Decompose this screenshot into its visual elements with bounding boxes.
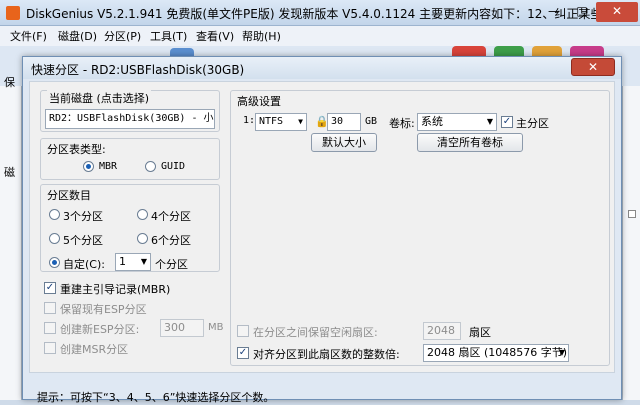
app-logo-icon (6, 6, 20, 20)
align-partitions-label: 对齐分区到此扇区数的整数倍: (253, 348, 400, 361)
advanced-settings-group: 高级设置 1: NTFS ▼ 🔒 30 GB 卷标: 系统 ▼ ✓ 主分区 默认… (230, 90, 610, 366)
menu-disk[interactable]: 磁盘(D) (58, 28, 97, 44)
align-partitions-checkbox[interactable]: ✓ (237, 347, 249, 359)
guid-radio[interactable] (145, 161, 156, 172)
menu-tools[interactable]: 工具(T) (150, 28, 187, 44)
dropdown-arrow-icon: ▼ (298, 117, 303, 126)
custom-count-value: 1 (119, 255, 126, 268)
app-title-bar: DiskGenius V5.2.1.941 免费版(单文件PE版) 发现新版本 … (0, 0, 640, 26)
dialog-close-button[interactable]: ✕ (571, 58, 615, 76)
rebuild-mbr-label: 重建主引导记录(MBR) (60, 283, 171, 296)
dropdown-arrow-icon: ▼ (140, 257, 147, 266)
primary-partition-checkbox[interactable]: ✓ (501, 116, 513, 128)
rebuild-mbr-checkbox[interactable]: ✓ (44, 282, 56, 294)
clear-labels-button[interactable]: 清空所有卷标 (417, 133, 523, 152)
mbr-radio[interactable] (83, 161, 94, 172)
volume-label-text: 卷标: (389, 117, 415, 130)
partition-row-index: 1: (243, 115, 256, 126)
custom-count-suffix: 个分区 (155, 258, 188, 271)
five-partitions-radio[interactable] (49, 233, 60, 244)
six-partitions-radio[interactable] (137, 233, 148, 244)
maximize-button[interactable]: □ (568, 2, 596, 22)
left-panel-label: 磁 (4, 166, 15, 179)
create-msr-checkbox[interactable] (44, 342, 56, 354)
custom-count-select[interactable]: 1 ▼ (115, 253, 151, 271)
primary-partition-label: 主分区 (516, 117, 549, 130)
menu-bar: 文件(F) 磁盘(D) 分区(P) 工具(T) 查看(V) 帮助(H) (0, 26, 640, 46)
esp-size-unit: MB (208, 322, 224, 333)
create-msr-label: 创建MSR分区 (60, 343, 129, 356)
six-partitions-label: 6个分区 (151, 234, 191, 247)
current-disk-label: 当前磁盘 (点击选择) (47, 90, 152, 106)
menu-file[interactable]: 文件(F) (10, 28, 47, 44)
right-panel (622, 86, 640, 400)
three-partitions-label: 3个分区 (63, 210, 103, 223)
three-partitions-radio[interactable] (49, 209, 60, 220)
scroll-indicator-icon (628, 210, 636, 218)
alignment-value: 2048 扇区 (1048576 字节) (427, 346, 568, 359)
create-esp-checkbox[interactable] (44, 322, 56, 334)
reserve-sectors-checkbox[interactable] (237, 325, 249, 337)
volume-label-select[interactable]: 系统 ▼ (417, 113, 497, 131)
menu-partition[interactable]: 分区(P) (104, 28, 141, 44)
minimize-button[interactable]: — (540, 2, 568, 22)
partition-size-unit: GB (365, 116, 378, 127)
esp-size-input[interactable]: 300 (160, 319, 204, 337)
left-panel-label: 保 (4, 76, 15, 89)
guid-label: GUID (161, 161, 186, 172)
partition-table-type-label: 分区表类型: (47, 143, 106, 156)
reserve-sectors-label: 在分区之间保留空闲扇区: (253, 326, 378, 339)
four-partitions-label: 4个分区 (151, 210, 191, 223)
dialog-title-bar: 快速分区 - RD2:USBFlashDisk(30GB) ✕ (23, 57, 621, 79)
volume-label-value: 系统 (421, 115, 443, 128)
custom-count-label: 自定(C): (63, 258, 105, 271)
quick-partition-dialog: 快速分区 - RD2:USBFlashDisk(30GB) ✕ 当前磁盘 (点击… (22, 56, 622, 404)
current-disk-group: 当前磁盘 (点击选择) RD2：USBFlashDisk(30GB) - 小| (40, 90, 220, 132)
partition-size-input[interactable]: 30 (327, 113, 361, 131)
dropdown-arrow-icon: ▼ (558, 348, 565, 357)
hint-text: 提示：可按下“3、4、5、6”快速选择分区个数。 (37, 391, 275, 404)
partition-table-type-group: 分区表类型: MBR GUID (40, 138, 220, 180)
reserve-sectors-unit: 扇区 (469, 326, 491, 339)
filesystem-select[interactable]: NTFS ▼ (255, 113, 307, 131)
mbr-label: MBR (99, 161, 118, 172)
default-size-button[interactable]: 默认大小 (311, 133, 377, 152)
dialog-body: 当前磁盘 (点击选择) RD2：USBFlashDisk(30GB) - 小| … (29, 81, 615, 373)
partition-count-group: 分区数目 3个分区 4个分区 5个分区 6个分区 自定(C): 1 ▼ 个分区 (40, 184, 220, 272)
current-disk-selector[interactable]: RD2：USBFlashDisk(30GB) - 小| (45, 109, 215, 129)
filesystem-value: NTFS (259, 116, 284, 127)
keep-esp-label: 保留现有ESP分区 (60, 303, 147, 316)
advanced-settings-label: 高级设置 (237, 95, 281, 108)
five-partitions-label: 5个分区 (63, 234, 103, 247)
keep-esp-checkbox[interactable] (44, 302, 56, 314)
close-button[interactable]: ✕ (596, 2, 638, 22)
menu-help[interactable]: 帮助(H) (242, 28, 281, 44)
dialog-title: 快速分区 - RD2:USBFlashDisk(30GB) (31, 63, 245, 77)
menu-view[interactable]: 查看(V) (196, 28, 234, 44)
reserve-sectors-input[interactable]: 2048 (423, 322, 461, 340)
dropdown-arrow-icon: ▼ (486, 117, 493, 126)
left-panel: 保 磁 (0, 76, 22, 400)
create-esp-label: 创建新ESP分区: (60, 323, 140, 336)
alignment-select[interactable]: 2048 扇区 (1048576 字节) ▼ (423, 344, 569, 362)
custom-count-radio[interactable] (49, 257, 60, 268)
four-partitions-radio[interactable] (137, 209, 148, 220)
partition-count-label: 分区数目 (47, 189, 91, 202)
